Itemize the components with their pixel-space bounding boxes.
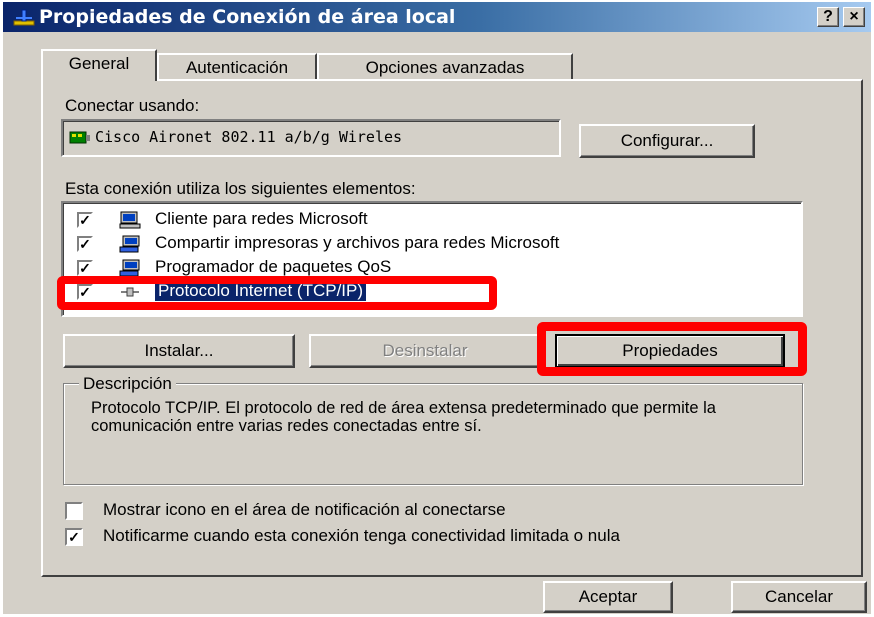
components-label: Esta conexión utiliza los siguientes ele… [65,179,416,198]
tab-panel-general: Conectar usando: Cisco Aironet 802.11 a/… [41,79,863,577]
tab-general-label: General [68,54,130,73]
notify-label[interactable]: Notificarme cuando esta conexión tenga c… [103,526,793,545]
show-icon-checkbox[interactable] [65,502,83,520]
highlight-annotation [57,276,497,310]
configure-button[interactable]: Configurar... [579,124,755,158]
tab-general[interactable]: General [41,49,157,81]
list-item[interactable]: ✓ Compartir impresoras y archivos para r… [63,232,801,256]
notify-checkbox[interactable]: ✓ [65,528,83,546]
list-item[interactable]: ✓ Cliente para redes Microsoft [63,208,801,232]
cancel-button[interactable]: Cancelar [731,581,867,613]
adapter-box: Cisco Aironet 802.11 a/b/g Wireles [61,119,561,157]
tab-advanced-options[interactable]: Opciones avanzadas [317,53,573,81]
item-label: Cliente para redes Microsoft [155,209,368,228]
client-network-icon [119,211,141,229]
item-label: Programador de paquetes QoS [155,257,392,276]
description-text: Protocolo TCP/IP. El protocolo de red de… [91,399,716,435]
tab-authentication[interactable]: Autenticación [157,53,317,81]
item-checkbox[interactable]: ✓ [77,212,93,228]
title-bar[interactable]: Propiedades de Conexión de área local ? … [3,2,871,32]
help-button[interactable]: ? [817,7,839,27]
item-checkbox[interactable]: ✓ [77,260,93,276]
description-legend: Descripción [79,374,176,394]
tab-advanced-options-label: Opciones avanzadas [365,58,525,77]
close-button[interactable]: × [843,7,865,27]
properties-dialog: Propiedades de Conexión de área local ? … [3,2,871,614]
qos-scheduler-icon [119,259,140,277]
highlight-annotation [537,322,807,376]
network-connection-icon [13,9,35,26]
install-button[interactable]: Instalar... [63,334,295,368]
tab-authentication-label: Autenticación [185,58,289,77]
item-label: Compartir impresoras y archivos para red… [155,233,560,252]
ok-button[interactable]: Aceptar [543,581,673,613]
item-checkbox[interactable]: ✓ [77,236,93,252]
file-printer-share-icon [119,235,140,253]
close-icon: × [849,8,859,25]
adapter-name: Cisco Aironet 802.11 a/b/g Wireles [95,128,403,146]
window-title: Propiedades de Conexión de área local [39,6,456,28]
uninstall-button[interactable]: Desinstalar [309,334,541,368]
connect-using-label: Conectar usando: [65,96,200,115]
show-icon-label[interactable]: Mostrar icono en el área de notificación… [103,500,506,520]
network-adapter-icon [69,131,90,144]
